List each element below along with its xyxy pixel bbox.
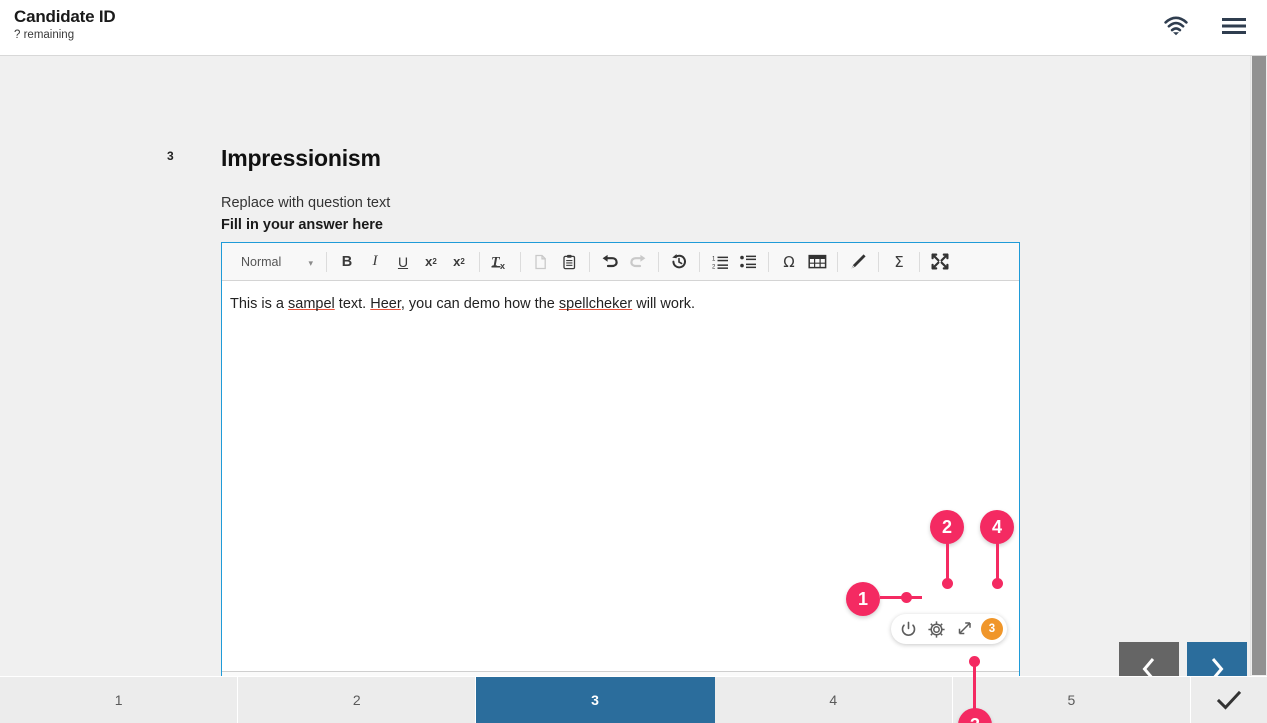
toolbar-divider xyxy=(919,251,920,272)
callout-4-bubble: 4 xyxy=(980,510,1014,544)
tab-label: 3 xyxy=(591,692,599,708)
tab-label: 2 xyxy=(352,692,361,708)
tab-label: 5 xyxy=(1067,692,1076,708)
remove-format-icon[interactable]: T x xyxy=(487,249,513,275)
spelling-error-word[interactable]: sampel xyxy=(288,296,335,312)
app-header: Candidate ID ? remaining xyxy=(0,0,1267,56)
spellchecker-toolbar: 3 xyxy=(891,614,1007,644)
answer-segment: text. xyxy=(334,296,371,312)
toolbar-divider xyxy=(658,251,659,272)
callout-3-stem xyxy=(973,661,976,711)
toolbar-divider xyxy=(837,251,838,272)
superscript-icon[interactable]: x2 xyxy=(446,249,472,275)
math-sigma-icon[interactable]: Σ xyxy=(886,249,912,275)
toolbar-divider xyxy=(878,251,879,272)
answer-segment: will work. xyxy=(632,296,696,312)
tab-label: 4 xyxy=(829,692,838,708)
question-number: 3 xyxy=(167,149,174,163)
resize-diagonal-icon[interactable] xyxy=(951,616,977,642)
insert-table-icon[interactable] xyxy=(804,249,830,275)
subscript-icon[interactable]: x2 xyxy=(418,249,444,275)
page-title: Impressionism xyxy=(221,145,381,171)
toolbar-divider xyxy=(768,251,769,272)
callout-1-dot xyxy=(901,592,912,603)
tab-question-2[interactable]: 2 xyxy=(238,677,477,723)
history-restore-icon[interactable] xyxy=(666,249,692,275)
toolbar-divider xyxy=(589,251,590,272)
gear-icon[interactable] xyxy=(923,616,949,642)
copy-icon[interactable] xyxy=(528,249,554,275)
numbered-list-icon[interactable]: 1 2 xyxy=(707,249,733,275)
toolbar-divider xyxy=(326,251,327,272)
checkmark-icon xyxy=(1216,690,1242,710)
exam-page: Candidate ID ? remaining 3 Impressionism… xyxy=(0,0,1267,723)
answer-textarea[interactable]: This is a sampel text. Heer, you can dem… xyxy=(222,281,1019,672)
toolbar-divider xyxy=(699,251,700,272)
callout-1-bubble: 1 xyxy=(846,582,880,616)
special-character-icon[interactable]: Ω xyxy=(776,249,802,275)
submit-exam-button[interactable] xyxy=(1191,677,1267,723)
svg-text:2: 2 xyxy=(712,264,716,270)
wifi-icon[interactable] xyxy=(1163,15,1189,41)
vertical-scrollbar-thumb[interactable] xyxy=(1252,56,1266,675)
toolbar-divider xyxy=(479,251,480,272)
draw-pencil-icon[interactable] xyxy=(845,249,871,275)
callout-2-dot xyxy=(942,578,953,589)
undo-icon[interactable] xyxy=(597,249,623,275)
time-remaining-label: ? remaining xyxy=(14,29,75,41)
paragraph-format-select[interactable]: Normal ▾ xyxy=(228,250,320,274)
fullscreen-icon[interactable] xyxy=(927,249,953,275)
chevron-down-icon: ▾ xyxy=(308,257,313,268)
question-body-text: Replace with question text xyxy=(221,195,391,211)
spelling-error-count-badge[interactable]: 3 xyxy=(981,618,1003,640)
answer-segment: , you can demo how the xyxy=(400,296,559,312)
spelling-error-word[interactable]: spellcheker xyxy=(559,296,632,312)
question-tab-bar: 1 2 3 4 5 xyxy=(0,676,1267,723)
tab-question-4[interactable]: 4 xyxy=(714,677,953,723)
editor-toolbar: Normal ▾ B I U x2 x2 T x 1 2 Ω Σ xyxy=(222,243,1019,281)
tab-question-1[interactable]: 1 xyxy=(0,677,239,723)
svg-text:1: 1 xyxy=(712,256,716,262)
paragraph-format-value: Normal xyxy=(241,254,282,269)
answer-text: This is a sampel text. Heer, you can dem… xyxy=(230,295,1011,314)
header-actions xyxy=(1163,0,1247,56)
spelling-error-word[interactable]: Heer xyxy=(370,296,401,312)
callout-4: 4 xyxy=(980,510,1014,589)
candidate-info: Candidate ID ? remaining xyxy=(14,7,116,42)
hamburger-menu-icon[interactable] xyxy=(1221,16,1247,41)
tab-label: 1 xyxy=(114,692,123,708)
paste-icon[interactable] xyxy=(556,249,582,275)
candidate-id-label: Candidate ID xyxy=(14,7,116,26)
answer-segment: This is a xyxy=(230,296,289,312)
power-toggle-icon[interactable] xyxy=(895,616,921,642)
callout-1: 1 xyxy=(846,582,922,616)
callout-2-bubble: 2 xyxy=(930,510,964,544)
answer-prompt-label: Fill in your answer here xyxy=(221,217,383,233)
bold-icon[interactable]: B xyxy=(334,249,360,275)
underline-icon[interactable]: U xyxy=(390,249,416,275)
svg-text:x: x xyxy=(500,261,505,270)
question-content-area: 3 Impressionism Replace with question te… xyxy=(0,56,1250,723)
italic-icon[interactable]: I xyxy=(362,249,388,275)
callout-2: 2 xyxy=(930,510,964,589)
tab-question-3[interactable]: 3 xyxy=(476,677,715,723)
rich-text-editor: Normal ▾ B I U x2 x2 T x 1 2 Ω Σ This is… xyxy=(221,242,1020,693)
callout-4-dot xyxy=(992,578,1003,589)
bulleted-list-icon[interactable] xyxy=(735,249,761,275)
toolbar-divider xyxy=(520,251,521,272)
redo-icon[interactable] xyxy=(625,249,651,275)
